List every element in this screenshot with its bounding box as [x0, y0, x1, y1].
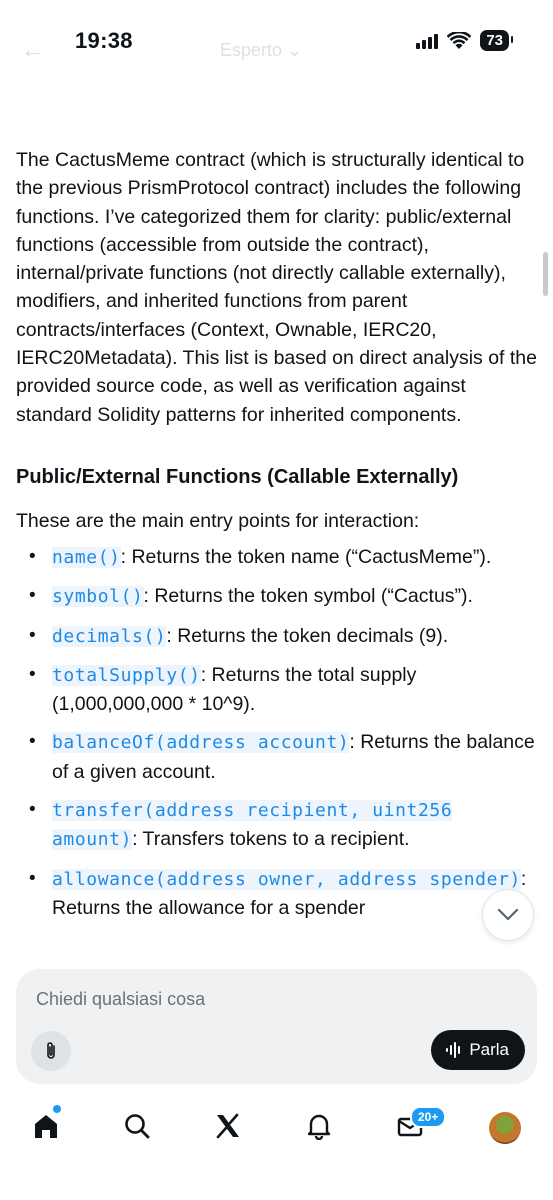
bottom-tab-bar: 20+ — [0, 1098, 553, 1158]
list-item: allowance(address owner, address spender… — [16, 865, 540, 923]
wifi-icon — [447, 31, 472, 49]
battery-indicator: 73 — [480, 30, 513, 51]
code-span: balanceOf(address account) — [52, 732, 350, 754]
home-notification-dot — [53, 1105, 61, 1113]
talk-label: Parla — [469, 1040, 509, 1059]
tab-grok[interactable] — [208, 1106, 248, 1146]
bell-icon — [307, 1114, 331, 1140]
function-list: name(): Returns the token name (“CactusM… — [16, 543, 540, 922]
composer-input[interactable]: Chiedi qualsiasi cosa — [36, 989, 205, 1010]
tab-home[interactable] — [26, 1106, 66, 1146]
code-span: totalSupply() — [52, 664, 201, 686]
status-time: 19:38 — [75, 28, 133, 53]
search-icon — [125, 1114, 150, 1139]
intro-paragraph: The CactusMeme contract (which is struct… — [16, 149, 537, 426]
back-arrow-icon[interactable]: ← — [20, 34, 46, 65]
tab-search[interactable] — [117, 1106, 157, 1146]
home-icon — [35, 1115, 57, 1138]
list-item: totalSupply(): Returns the total supply … — [16, 661, 540, 719]
model-selector[interactable]: Esperto ⌄ — [220, 40, 302, 61]
list-item: decimals(): Returns the token decimals (… — [16, 622, 540, 651]
cellular-signal-icon — [416, 33, 439, 49]
x-logo-icon — [216, 1113, 239, 1139]
chevron-down-icon — [497, 908, 519, 921]
code-span: symbol() — [52, 586, 144, 608]
item-desc: : Returns the token name (“CactusMeme”). — [120, 545, 492, 568]
status-bar: ← Esperto ⌄ 19:38 73 — [0, 0, 553, 84]
list-item: symbol(): Returns the token symbol (“Cac… — [16, 582, 540, 611]
message-composer: Chiedi qualsiasi cosa Parla — [16, 969, 537, 1084]
attach-button[interactable] — [31, 1031, 71, 1071]
waveform-icon — [446, 1042, 461, 1058]
status-icons: 73 — [416, 30, 513, 51]
section-intro: These are the main entry points for inte… — [16, 509, 420, 532]
voice-talk-button[interactable]: Parla — [431, 1030, 525, 1070]
list-item: balanceOf(address account): Returns the … — [16, 728, 540, 786]
messages-badge: 20+ — [410, 1106, 447, 1128]
tab-notifications[interactable] — [299, 1106, 339, 1146]
home-indicator-area — [0, 1170, 553, 1200]
section-heading: Public/External Functions (Callable Exte… — [16, 465, 459, 488]
paperclip-icon — [47, 1042, 55, 1059]
code-span: allowance(address owner, address spender… — [52, 868, 521, 890]
scrollbar[interactable] — [543, 252, 548, 296]
item-desc: : Transfers tokens to a recipient. — [132, 828, 410, 851]
content-fade — [0, 930, 553, 970]
item-desc: : Returns the token decimals (9). — [166, 624, 449, 647]
response-content: The CactusMeme contract (which is struct… — [16, 146, 540, 932]
code-span: name() — [52, 546, 121, 568]
list-item: name(): Returns the token name (“CactusM… — [16, 543, 540, 572]
avatar[interactable] — [489, 1112, 521, 1144]
scroll-down-button[interactable] — [482, 889, 534, 941]
item-desc: : Returns the token symbol (“Cactus”). — [143, 585, 473, 608]
code-span: decimals() — [52, 625, 167, 647]
list-item: transfer(address recipient, uint256 amou… — [16, 796, 540, 855]
